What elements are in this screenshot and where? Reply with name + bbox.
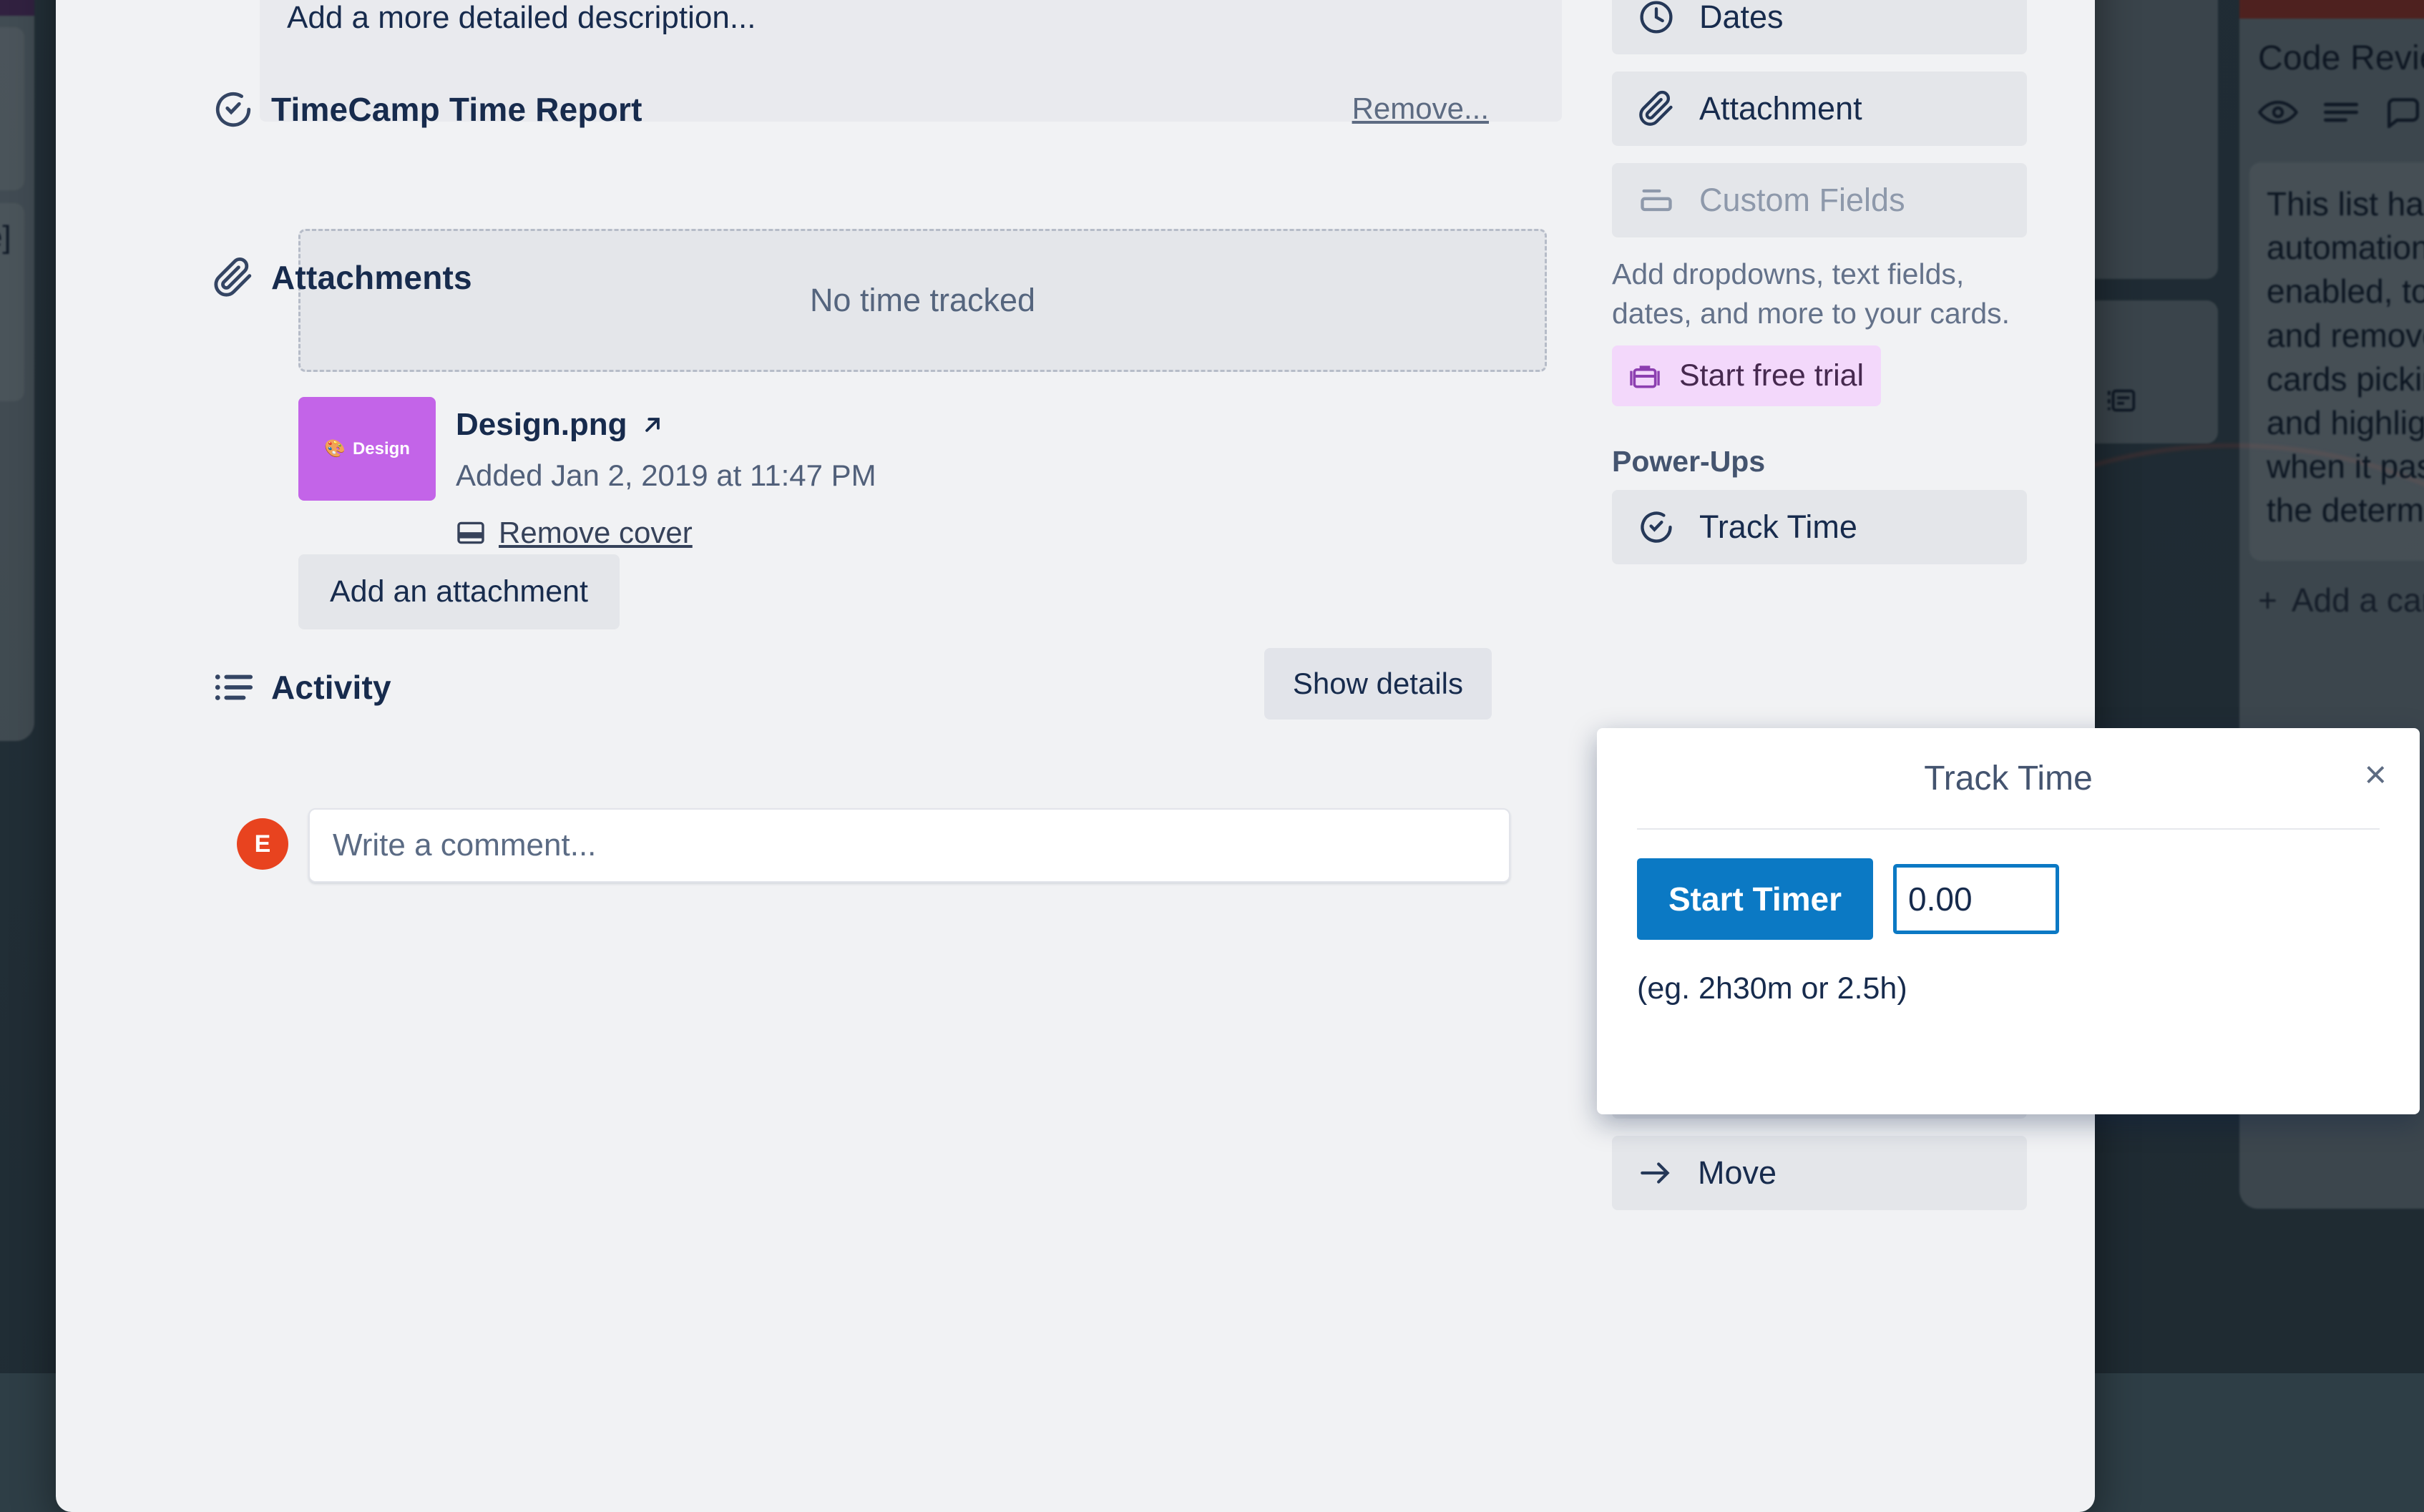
attachment-thumbnail[interactable]: 🎨 Design bbox=[298, 397, 436, 501]
briefcase-icon bbox=[1629, 361, 1661, 391]
paperclip-icon bbox=[1638, 90, 1675, 127]
track-time-popup-header: Track Time × bbox=[1597, 728, 2420, 828]
attachment-thumb-label: Design bbox=[353, 439, 410, 459]
comment-composer: E bbox=[237, 808, 1510, 883]
timecamp-icon bbox=[1638, 509, 1675, 546]
start-free-trial-label: Start free trial bbox=[1679, 358, 1864, 393]
track-time-popup-body: Start Timer (eg. 2h30m or 2.5h) bbox=[1597, 830, 2420, 1006]
attachments-title: Attachments bbox=[271, 258, 472, 297]
custom-fields-icon bbox=[1638, 185, 1675, 215]
timecamp-section: TimeCamp Time Report Remove... No time t… bbox=[202, 89, 1562, 130]
show-details-button[interactable]: Show details bbox=[1264, 648, 1492, 720]
paperclip-icon bbox=[202, 257, 271, 298]
timecamp-remove-link[interactable]: Remove... bbox=[1352, 92, 1489, 126]
sidebar-powerup-label: Track Time bbox=[1699, 509, 1857, 546]
sidebar-button-label: Dates bbox=[1699, 0, 1784, 36]
timecamp-header: TimeCamp Time Report Remove... bbox=[202, 89, 1562, 130]
attachment-filename: Design.png bbox=[456, 407, 627, 443]
track-time-controls: Start Timer bbox=[1637, 858, 2380, 940]
cover-icon bbox=[456, 521, 486, 545]
comment-input[interactable] bbox=[308, 808, 1510, 883]
duration-format-hint: (eg. 2h30m or 2.5h) bbox=[1637, 971, 2380, 1006]
track-time-popup-title: Track Time bbox=[1924, 759, 2093, 798]
sidebar-action-label: Move bbox=[1698, 1154, 1777, 1192]
activity-header: Activity Show details bbox=[202, 668, 1562, 707]
sidebar-button-label: Attachment bbox=[1699, 90, 1862, 127]
remove-cover-row[interactable]: Remove cover bbox=[456, 516, 876, 550]
palette-icon: 🎨 bbox=[324, 438, 346, 459]
attachment-added-date: Added Jan 2, 2019 at 11:47 PM bbox=[456, 458, 876, 493]
track-time-popup: Track Time × Start Timer (eg. 2h30m or 2… bbox=[1597, 728, 2420, 1114]
remove-cover-label: Remove cover bbox=[499, 516, 693, 550]
clock-icon bbox=[1638, 0, 1675, 36]
start-free-trial-button[interactable]: Start free trial bbox=[1612, 345, 1881, 406]
close-icon[interactable]: × bbox=[2364, 755, 2387, 794]
avatar[interactable]: E bbox=[237, 818, 288, 870]
sidebar-button-dates[interactable]: Dates bbox=[1612, 0, 2027, 54]
external-link-icon bbox=[639, 411, 666, 438]
activity-list-icon bbox=[202, 669, 271, 706]
attachment-item: 🎨 Design Design.png Added Jan 2, 2019 at… bbox=[298, 397, 876, 550]
attachments-header: Attachments bbox=[202, 257, 1562, 298]
attachments-section: Attachments 🎨 Design Design.png bbox=[202, 257, 1562, 298]
arrow-right-icon bbox=[1638, 1157, 1673, 1189]
activity-section: Activity Show details E bbox=[202, 668, 1562, 707]
powerups-label: Power-Ups bbox=[1612, 445, 2041, 478]
start-timer-button[interactable]: Start Timer bbox=[1637, 858, 1873, 940]
sidebar-button-label: Custom Fields bbox=[1699, 182, 1905, 219]
sidebar-button-attachment[interactable]: Attachment bbox=[1612, 72, 2027, 146]
add-attachment-button[interactable]: Add an attachment bbox=[298, 554, 620, 629]
attachment-link[interactable]: Design.png bbox=[456, 407, 876, 443]
sidebar-button-custom-fields[interactable]: Custom Fields bbox=[1612, 163, 2027, 237]
timecamp-title: TimeCamp Time Report bbox=[271, 90, 642, 129]
attachment-details: Design.png Added Jan 2, 2019 at 11:47 PM bbox=[456, 397, 876, 550]
sidebar-powerup-track-time[interactable]: Track Time bbox=[1612, 490, 2027, 564]
custom-fields-note: Add dropdowns, text fields, dates, and m… bbox=[1612, 255, 2020, 333]
timecamp-empty-state: No time tracked bbox=[298, 229, 1547, 372]
sidebar-action-move[interactable]: Move bbox=[1612, 1136, 2027, 1210]
timecamp-icon bbox=[202, 89, 271, 130]
activity-title: Activity bbox=[271, 668, 391, 707]
duration-input[interactable] bbox=[1893, 864, 2059, 934]
